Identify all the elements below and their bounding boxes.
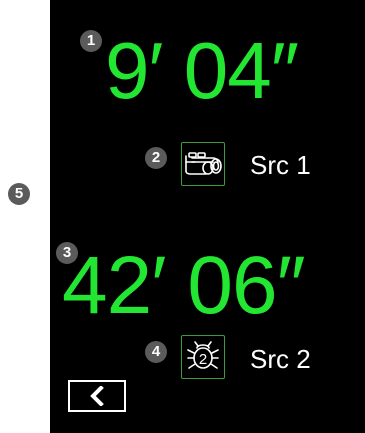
callout-5: 5 (8, 183, 30, 205)
source-2-time: 42′ 06″ (62, 240, 306, 331)
source-2-label: Src 2 (250, 344, 311, 374)
bug-2-icon: 2 (187, 341, 219, 369)
callout-2: 2 (145, 147, 167, 169)
source-1-icon-box[interactable] (181, 142, 225, 186)
chevron-left-icon (90, 386, 104, 406)
stage: 1 9′ 04″ 2 Src 1 5 3 42′ 06″ 4 2 Src 2 (0, 0, 365, 433)
source-2-icon-box[interactable]: 2 (181, 335, 225, 379)
bug-2-digit: 2 (199, 351, 207, 368)
callout-4: 4 (145, 341, 167, 363)
source-1-label: Src 1 (250, 150, 311, 180)
callout-1: 1 (80, 30, 102, 52)
back-button[interactable] (68, 380, 126, 412)
source-1-time: 9′ 04″ (105, 26, 299, 115)
binoculars-icon (185, 152, 222, 175)
